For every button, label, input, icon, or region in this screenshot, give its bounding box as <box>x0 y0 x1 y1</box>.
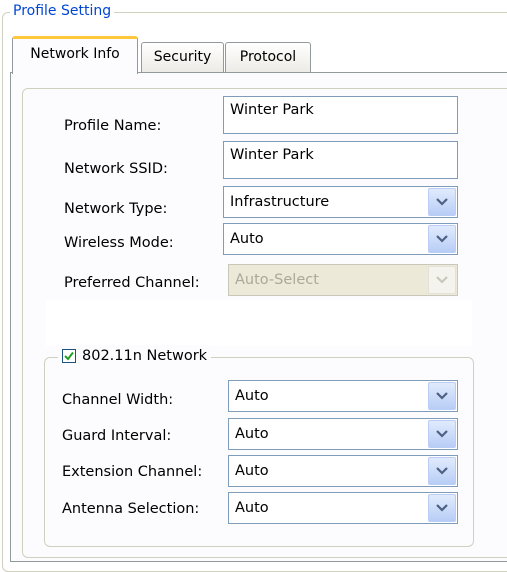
chevron-down-icon[interactable] <box>428 420 456 448</box>
profile-setting-title: Profile Setting <box>10 2 115 20</box>
network-type-select[interactable]: Infrastructure <box>223 186 458 218</box>
chevron-down-icon[interactable] <box>428 188 456 216</box>
extension-channel-value: Auto <box>235 463 269 479</box>
preferred-channel-value: Auto-Select <box>235 272 319 288</box>
channel-width-label: Channel Width: <box>62 392 174 408</box>
network-ssid-input[interactable]: Winter Park <box>223 141 458 179</box>
antenna-selection-label: Antenna Selection: <box>62 501 200 517</box>
antenna-selection-select[interactable]: Auto <box>228 492 458 524</box>
extension-channel-label: Extension Channel: <box>62 464 203 480</box>
preferred-channel-select: Auto-Select <box>228 264 458 296</box>
tab-network-info[interactable]: Network Info <box>12 36 138 74</box>
chevron-down-icon[interactable] <box>428 457 456 485</box>
profile-name-input[interactable]: Winter Park <box>223 96 458 134</box>
extension-channel-select[interactable]: Auto <box>228 455 458 487</box>
chevron-down-icon[interactable] <box>428 494 456 522</box>
n-network-label: 802.11n Network <box>82 348 208 364</box>
preferred-channel-label: Preferred Channel: <box>64 275 200 291</box>
chevron-down-icon[interactable] <box>428 225 456 253</box>
blank-area <box>46 300 472 346</box>
network-type-value: Infrastructure <box>230 194 330 210</box>
chevron-down-icon[interactable] <box>428 382 456 410</box>
channel-width-value: Auto <box>235 388 269 404</box>
network-type-label: Network Type: <box>64 201 168 217</box>
n-network-checkbox-row[interactable]: 802.11n Network <box>58 345 212 367</box>
network-ssid-label: Network SSID: <box>64 161 168 177</box>
guard-interval-label: Guard Interval: <box>62 428 172 444</box>
n-network-checkbox[interactable] <box>62 349 76 363</box>
checkmark-icon <box>64 351 74 361</box>
wireless-mode-select[interactable]: Auto <box>223 223 458 255</box>
channel-width-select[interactable]: Auto <box>228 380 458 412</box>
guard-interval-select[interactable]: Auto <box>228 418 458 450</box>
chevron-down-icon <box>428 266 456 294</box>
tab-security[interactable]: Security <box>141 42 224 72</box>
wireless-mode-value: Auto <box>230 231 264 247</box>
antenna-selection-value: Auto <box>235 500 269 516</box>
wireless-mode-label: Wireless Mode: <box>64 235 174 251</box>
profile-name-label: Profile Name: <box>64 118 162 134</box>
tab-protocol[interactable]: Protocol <box>225 42 311 72</box>
guard-interval-value: Auto <box>235 426 269 442</box>
